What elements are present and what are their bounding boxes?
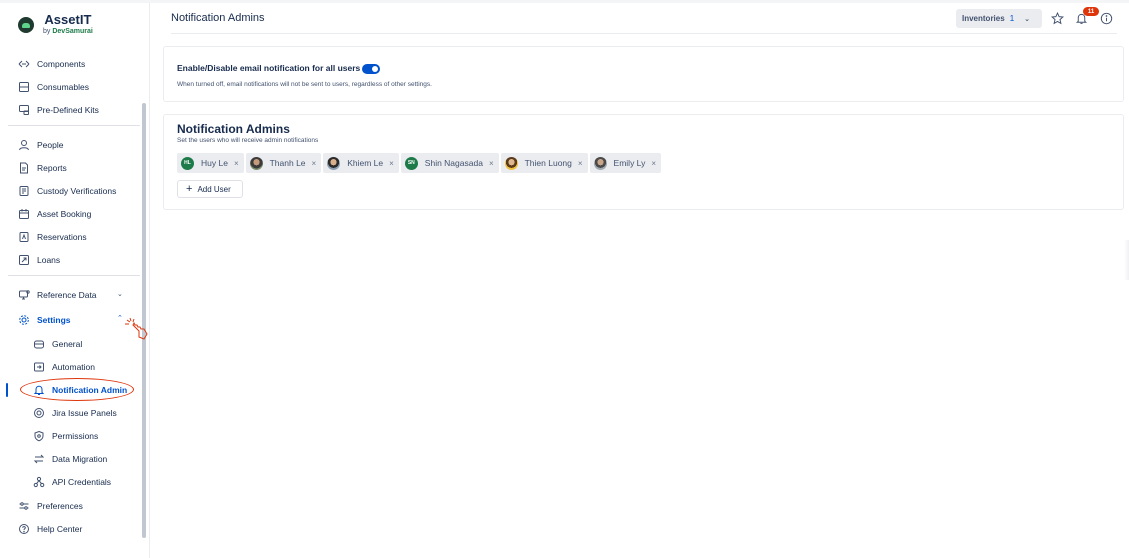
loan-icon [18, 254, 30, 266]
calendar-icon [18, 208, 30, 220]
user-chip[interactable]: Thanh Le × [245, 153, 322, 173]
sidebar-item-asset-booking[interactable]: Asset Booking [18, 206, 91, 222]
avatar: HL [181, 156, 194, 170]
user-chip[interactable]: SN Shin Nagasada × [400, 153, 499, 173]
sidebar-item-preferences[interactable]: Preferences [18, 498, 83, 514]
custody-icon [18, 185, 30, 197]
help-icon [18, 523, 30, 535]
sidebar-item-automation[interactable]: Automation [33, 359, 95, 375]
active-indicator [6, 383, 8, 397]
sidebar-item-data-migration[interactable]: Data Migration [33, 451, 107, 467]
pointer-hand-icon [125, 317, 148, 340]
notification-badge: 11 [1083, 7, 1099, 16]
inventories-count: 1 [1009, 14, 1015, 23]
shield-icon [33, 430, 45, 442]
email-toggle-label: Enable/Disable email notification for al… [177, 63, 361, 73]
page-title: Notification Admins [171, 12, 265, 24]
migration-icon [33, 453, 45, 465]
inventories-dropdown[interactable]: Inventories 1 ⌄ [956, 9, 1042, 28]
sidebar-item-consumables[interactable]: Consumables [18, 79, 89, 95]
jira-panel-icon [33, 407, 45, 419]
user-name: Khiem Le [347, 158, 384, 168]
email-notification-card: Enable/Disable email notification for al… [163, 46, 1124, 102]
gear-icon [18, 314, 30, 326]
sidebar-item-custody-verifications[interactable]: Custody Verifications [18, 183, 116, 199]
sidebar-divider [8, 125, 140, 126]
sidebar-item-api-credentials[interactable]: API Credentials [33, 474, 111, 490]
sidebar-item-loans[interactable]: Loans [18, 252, 60, 268]
chevron-up-icon[interactable]: ⌃ [117, 314, 123, 322]
sidebar-item-permissions[interactable]: Permissions [33, 428, 98, 444]
remove-icon[interactable]: × [489, 159, 494, 168]
avatar [249, 156, 263, 170]
sidebar-item-components[interactable]: Components [18, 56, 85, 72]
consumables-icon [18, 81, 30, 93]
sidebar-item-general[interactable]: General [33, 336, 82, 352]
avatar [504, 156, 518, 170]
window-top-strip [0, 0, 1129, 3]
header-divider [171, 33, 1117, 34]
sidebar: AssetIT by DevSamurai Components Consuma… [0, 3, 150, 558]
email-notification-toggle[interactable] [362, 64, 380, 74]
sidebar-item-reference-data[interactable]: Reference Data [18, 287, 97, 303]
assetit-logo-icon [18, 16, 34, 33]
sidebar-item-help-center[interactable]: Help Center [18, 521, 82, 537]
inventories-label: Inventories [962, 14, 1005, 23]
reservation-icon [18, 231, 30, 243]
user-name: Emily Ly [613, 158, 646, 168]
sidebar-item-reports[interactable]: Reports [18, 160, 67, 176]
sidebar-item-people[interactable]: People [18, 137, 63, 153]
avatar [593, 156, 607, 170]
highlight-annotation [20, 378, 134, 401]
user-chip[interactable]: HL Huy Le × [177, 153, 244, 173]
app-title: AssetIT [44, 12, 92, 27]
automation-icon [33, 361, 45, 373]
user-name: Huy Le [201, 158, 228, 168]
remove-icon[interactable]: × [389, 159, 394, 168]
star-icon[interactable] [1050, 11, 1064, 25]
add-user-button[interactable]: + Add User [177, 180, 243, 198]
app-logo[interactable]: AssetIT by DevSamurai [18, 13, 93, 36]
reference-data-icon [18, 289, 30, 301]
components-icon [18, 58, 30, 70]
section-title: Notification Admins [177, 122, 290, 136]
side-panel-edge [1124, 240, 1129, 280]
user-name: Thanh Le [269, 158, 306, 168]
kits-icon [18, 104, 30, 116]
sidebar-item-pre-defined-kits[interactable]: Pre-Defined Kits [18, 102, 99, 118]
remove-icon[interactable]: × [651, 159, 656, 168]
chevron-down-icon[interactable]: ⌄ [117, 290, 123, 298]
email-toggle-description: When turned off, email notifications wil… [177, 81, 432, 88]
notification-admins-card: Notification Admins Set the users who wi… [163, 114, 1124, 210]
user-chip[interactable]: Khiem Le × [323, 153, 399, 173]
info-icon[interactable] [1099, 11, 1113, 25]
add-user-label: Add User [197, 184, 231, 194]
user-chip[interactable]: Emily Ly × [589, 153, 662, 173]
api-icon [33, 476, 45, 488]
user-chip[interactable]: Thien Luong × [500, 153, 588, 173]
general-icon [33, 338, 45, 350]
sidebar-divider [8, 275, 140, 276]
sidebar-item-jira-issue-panels[interactable]: Jira Issue Panels [33, 405, 117, 421]
person-icon [18, 139, 30, 151]
user-name: Shin Nagasada [424, 158, 483, 168]
chevron-down-icon: ⌄ [1024, 15, 1031, 23]
sidebar-item-reservations[interactable]: Reservations [18, 229, 87, 245]
plus-icon: + [186, 183, 193, 195]
avatar [327, 156, 341, 170]
user-name: Thien Luong [524, 158, 572, 168]
admin-user-list: HL Huy Le × Thanh Le × Khiem Le × SN Shi… [177, 153, 663, 173]
avatar: SN [404, 156, 418, 170]
app-subtitle: by DevSamurai [43, 28, 93, 35]
remove-icon[interactable]: × [234, 159, 239, 168]
remove-icon[interactable]: × [578, 159, 583, 168]
section-subtitle: Set the users who will receive admin not… [177, 137, 319, 144]
preferences-icon [18, 500, 30, 512]
report-icon [18, 162, 30, 174]
sidebar-item-settings[interactable]: Settings [18, 312, 71, 328]
remove-icon[interactable]: × [312, 159, 317, 168]
